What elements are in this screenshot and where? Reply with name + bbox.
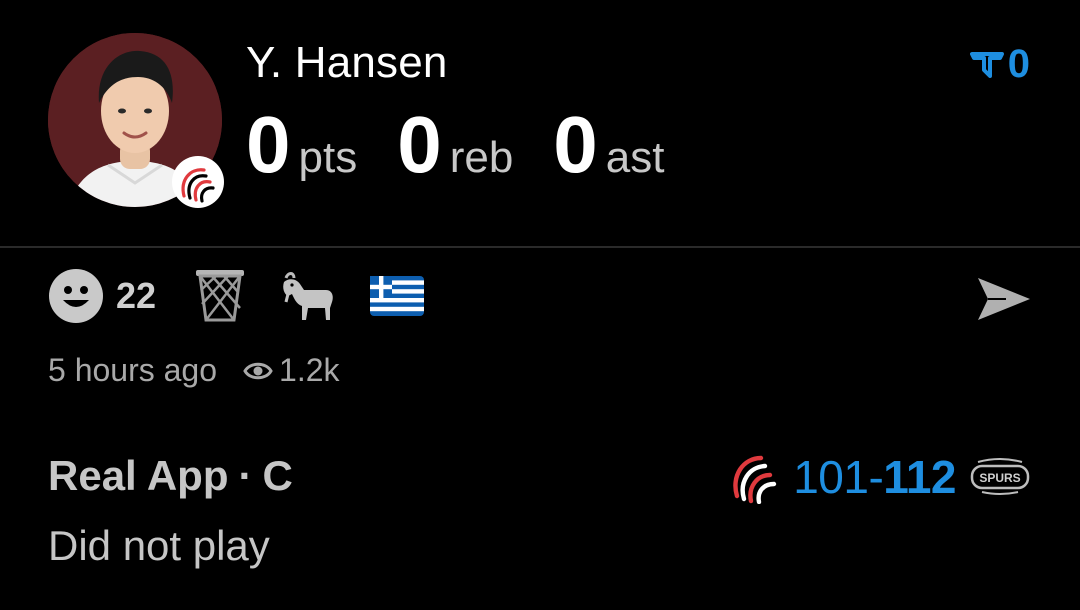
source-app[interactable]: Real App [48,452,228,499]
filter-button[interactable]: 0 [969,42,1030,87]
svg-text:SPURS: SPURS [979,471,1020,485]
stat-value: 0 [553,100,598,189]
player-name[interactable]: Y. Hansen [246,38,448,88]
home-score: 101 [793,451,869,503]
stat-assists: 0 ast [553,105,664,185]
divider [0,246,1080,248]
spurs-logo-icon: SPURS [970,458,1030,495]
reaction-bar: 22 [48,268,458,324]
reaction-count: 22 [116,275,157,316]
stat-value: 0 [397,100,442,189]
smiley-icon[interactable] [48,268,104,324]
away-score: 112 [883,451,956,503]
stat-points: 0 pts [246,105,357,185]
post-card: Y. Hansen 0 pts 0 reb 0 ast 0 22 5 hours… [0,0,1080,610]
goat-icon[interactable] [280,268,336,324]
player-position: C [262,452,293,499]
score-dash: - [868,451,884,503]
stat-unit: ast [605,133,665,182]
filter-icon [969,51,1004,78]
greece-flag-icon[interactable] [370,276,425,316]
stat-unit: pts [298,133,358,182]
game-status: Did not play [48,522,270,569]
eye-icon [243,362,273,379]
post-timestamp: 5 hours ago [48,352,218,388]
filter-count: 0 [1007,42,1030,86]
source-line: Real App · C [48,452,293,500]
stat-value: 0 [246,100,291,189]
share-button[interactable] [976,276,1032,322]
meta-row: 5 hours ago 1.2k [48,352,340,389]
game-score[interactable]: 101-112 SPURS [731,450,1030,504]
trail-blazers-logo-icon [172,156,224,208]
score-text: 101-112 [793,450,956,504]
trail-blazers-logo-icon [733,455,777,504]
send-icon [978,278,1030,320]
basketball-hoop-icon[interactable] [194,268,246,324]
stat-line: 0 pts 0 reb 0 ast [246,105,705,185]
stat-unit: reb [449,133,514,182]
view-count-value: 1.2k [279,352,340,388]
stat-rebounds: 0 reb [397,105,513,185]
view-count: 1.2k [243,352,340,389]
separator: · [238,452,253,499]
